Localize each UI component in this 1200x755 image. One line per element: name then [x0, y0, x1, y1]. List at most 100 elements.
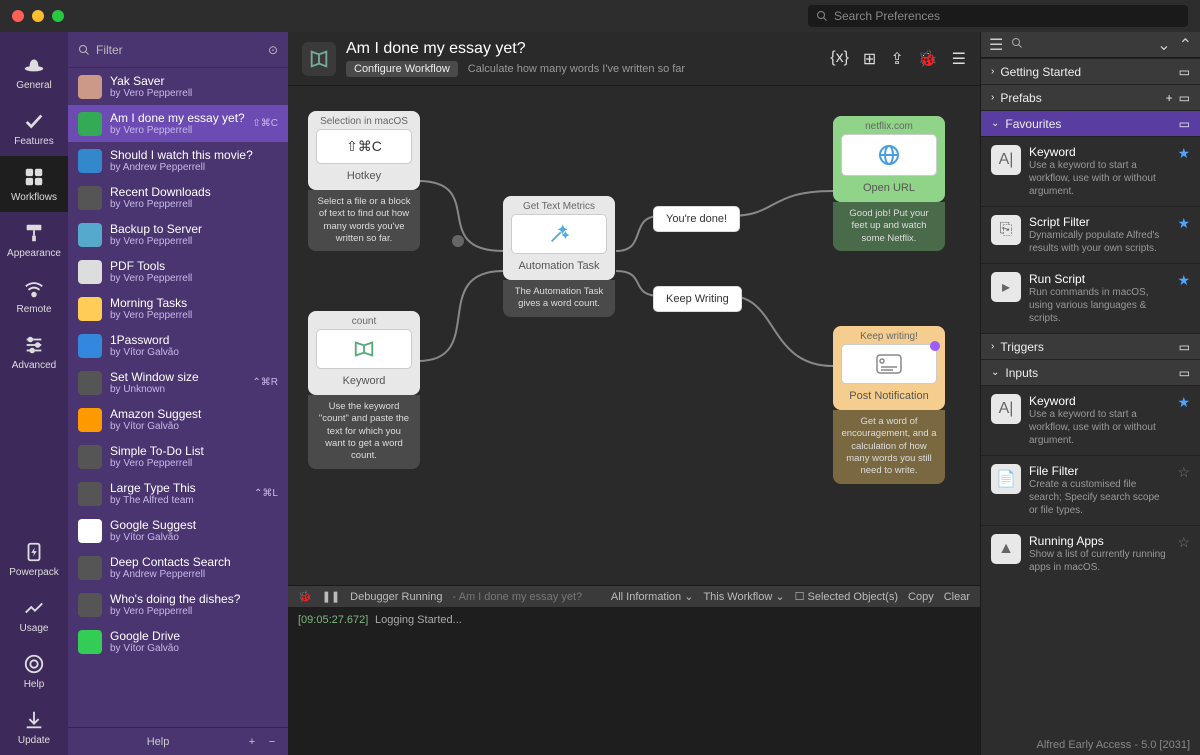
filter-pill-done[interactable]: You're done!	[653, 206, 740, 232]
minimize-window[interactable]	[32, 10, 44, 22]
window-icon[interactable]: ▭	[1179, 65, 1190, 79]
close-window[interactable]	[12, 10, 24, 22]
clear-button[interactable]: Clear	[944, 591, 970, 603]
debug-icon[interactable]: 🐞	[918, 49, 938, 69]
bug-icon[interactable]: 🐞	[298, 590, 312, 603]
window-icon[interactable]: ▭	[1179, 91, 1190, 105]
workflow-item[interactable]: Yak Saver by Vero Pepperrell	[68, 68, 288, 105]
palette-item[interactable]: A| Keyword Use a keyword to start a work…	[981, 385, 1200, 455]
workflow-item[interactable]: Google Suggest by Vítor Galvão	[68, 512, 288, 549]
configure-workflow-button[interactable]: Configure Workflow	[346, 61, 458, 77]
add-object-icon[interactable]: ⊞	[863, 49, 876, 69]
nav-help[interactable]: Help	[0, 643, 68, 699]
keyword-node[interactable]: count Keyword Use the keyword "count" an…	[308, 311, 420, 395]
search-placeholder: Search Preferences	[834, 9, 940, 23]
workflow-item[interactable]: Amazon Suggest by Vítor Galvão	[68, 401, 288, 438]
window-icon[interactable]: ▭	[1179, 366, 1190, 380]
workflow-item-icon	[78, 593, 102, 617]
chevron-down-icon: ⌄	[991, 367, 999, 378]
star-icon[interactable]: ☆	[1177, 534, 1190, 574]
workflow-item-icon	[78, 75, 102, 99]
workflow-item-title: Backup to Server	[110, 222, 278, 236]
node-label: Post Notification	[833, 390, 945, 410]
workflow-item[interactable]: Should I watch this movie? by Andrew Pep…	[68, 142, 288, 179]
automation-task-node[interactable]: Get Text Metrics Automation Task The Aut…	[503, 196, 615, 280]
search-palette-icon[interactable]	[1011, 36, 1023, 54]
window-icon[interactable]: ▭	[1179, 340, 1190, 354]
nav-general[interactable]: General	[0, 44, 68, 100]
workflow-canvas[interactable]: Selection in macOS ⇧⌘C Hotkey Select a f…	[288, 86, 980, 585]
add-workflow-button[interactable]: +	[242, 736, 262, 748]
workflow-item[interactable]: Am I done my essay yet? by Vero Pepperre…	[68, 105, 288, 142]
workflow-item[interactable]: 1Password by Vítor Galvão	[68, 327, 288, 364]
workflow-item[interactable]: PDF Tools by Vero Pepperrell	[68, 253, 288, 290]
palette-item[interactable]: A| Keyword Use a keyword to start a work…	[981, 136, 1200, 206]
chevron-right-icon: ›	[991, 66, 994, 77]
download-icon	[23, 709, 45, 731]
workflow-item-title: Deep Contacts Search	[110, 555, 278, 569]
window-icon[interactable]: ▭	[1179, 117, 1190, 131]
workflow-item[interactable]: Deep Contacts Search by Andrew Pepperrel…	[68, 549, 288, 586]
workflow-item[interactable]: Who's doing the dishes? by Vero Pepperre…	[68, 586, 288, 623]
object-palette: ☰ ⌄ ⌃ › Getting Started ▭ › Prefabs +▭ ⌄…	[980, 32, 1200, 755]
star-icon[interactable]: ★	[1177, 215, 1190, 255]
export-icon[interactable]: ⇪	[890, 49, 903, 69]
remove-workflow-button[interactable]: −	[262, 736, 282, 748]
section-prefabs[interactable]: › Prefabs +▭	[981, 84, 1200, 110]
palette-item[interactable]: 📄 File Filter Create a customised file s…	[981, 455, 1200, 525]
search-preferences[interactable]: Search Preferences	[808, 5, 1188, 27]
workflow-list[interactable]: Yak Saver by Vero Pepperrell Am I done m…	[68, 68, 288, 727]
nav-appearance[interactable]: Appearance	[0, 212, 68, 268]
section-getting-started[interactable]: › Getting Started ▭	[981, 58, 1200, 84]
log-level-select[interactable]: All Information ⌄	[611, 590, 694, 603]
copy-button[interactable]: Copy	[908, 591, 934, 603]
section-inputs[interactable]: ⌄ Inputs ▭	[981, 359, 1200, 385]
nav-remote[interactable]: Remote	[0, 268, 68, 324]
nav-features[interactable]: Features	[0, 100, 68, 156]
nav-usage[interactable]: Usage	[0, 587, 68, 643]
filter-options-icon[interactable]: ⊙	[268, 43, 278, 57]
debugger-bar: 🐞 ❚❚ Debugger Running - Am I done my ess…	[288, 585, 980, 607]
expand-icon[interactable]: ⌃	[1179, 35, 1192, 55]
palette-item[interactable]: ▲ Running Apps Show a list of currently …	[981, 525, 1200, 582]
filter-pill-keep[interactable]: Keep Writing	[653, 286, 742, 312]
section-favourites[interactable]: ⌄ Favourites ▭	[981, 110, 1200, 136]
palette-item[interactable]: ▸ Run Script Run commands in macOS, usin…	[981, 263, 1200, 333]
collapse-icon[interactable]: ⌄	[1157, 35, 1170, 55]
nav-workflows[interactable]: Workflows	[0, 156, 68, 212]
palette-item-icon: ▲	[991, 534, 1021, 564]
help-button[interactable]: Help	[74, 736, 242, 748]
workflow-item[interactable]: Morning Tasks by Vero Pepperrell	[68, 290, 288, 327]
workflow-item[interactable]: Large Type This by The Alfred team ⌃⌘L	[68, 475, 288, 512]
variables-icon[interactable]: {x}	[830, 49, 849, 69]
section-triggers[interactable]: › Triggers ▭	[981, 333, 1200, 359]
workflow-item[interactable]: Set Window size by Unknown ⌃⌘R	[68, 364, 288, 401]
star-icon[interactable]: ★	[1177, 272, 1190, 325]
selected-objects-checkbox[interactable]: ☐ Selected Object(s)	[795, 590, 898, 603]
star-icon[interactable]: ☆	[1177, 464, 1190, 517]
scope-select[interactable]: This Workflow ⌄	[703, 590, 784, 603]
post-notification-node[interactable]: Keep writing! Post Notification Get a wo…	[833, 326, 945, 410]
workflow-item[interactable]: Recent Downloads by Vero Pepperrell	[68, 179, 288, 216]
pause-icon[interactable]: ❚❚	[322, 590, 340, 603]
nav-advanced[interactable]: Advanced	[0, 324, 68, 380]
workflow-item[interactable]: Google Drive by Vítor Galvão	[68, 623, 288, 660]
node-header: netflix.com	[833, 116, 945, 134]
menu-icon[interactable]: ☰	[952, 49, 966, 69]
open-url-node[interactable]: netflix.com Open URL Good job! Put your …	[833, 116, 945, 202]
list-icon[interactable]: ☰	[989, 35, 1003, 55]
node-description: Good job! Put your feet up and watch som…	[833, 202, 945, 251]
maximize-window[interactable]	[52, 10, 64, 22]
filter-bar[interactable]: Filter ⊙	[68, 32, 288, 68]
palette-item[interactable]: ⎘ Script Filter Dynamically populate Alf…	[981, 206, 1200, 263]
workflow-item[interactable]: Simple To-Do List by Vero Pepperrell	[68, 438, 288, 475]
star-icon[interactable]: ★	[1177, 394, 1190, 447]
add-icon[interactable]: +	[1166, 91, 1173, 105]
workflow-item[interactable]: Backup to Server by Vero Pepperrell	[68, 216, 288, 253]
star-icon[interactable]: ★	[1177, 145, 1190, 198]
workflow-item-shortcut: ⌃⌘L	[254, 488, 278, 499]
hotkey-node[interactable]: Selection in macOS ⇧⌘C Hotkey Select a f…	[308, 111, 420, 190]
nav-powerpack[interactable]: Powerpack	[0, 531, 68, 587]
workflow-item-author: by Andrew Pepperrell	[110, 162, 278, 173]
nav-update[interactable]: Update	[0, 699, 68, 755]
